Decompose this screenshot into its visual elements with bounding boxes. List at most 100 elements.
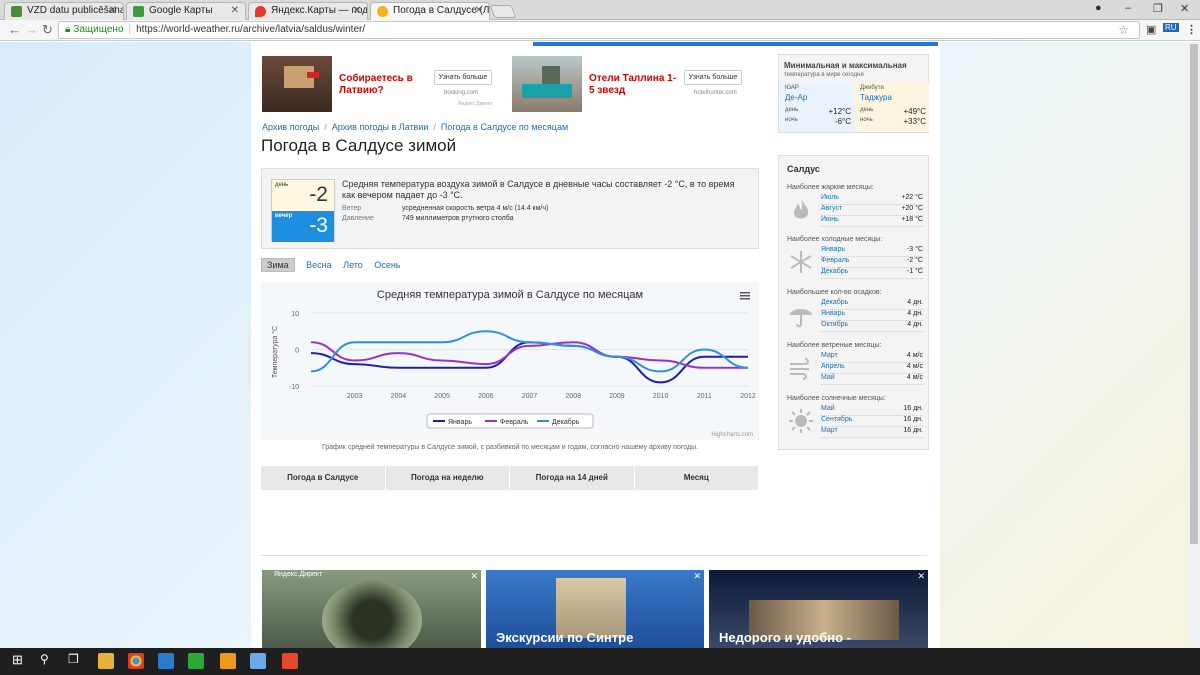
chart-credit[interactable]: Highcharts.com [711, 432, 753, 438]
month-link[interactable]: Январь [821, 246, 845, 253]
ad-banner-tallinn[interactable]: Отели Таллина 1-5 звезд Узнать больше ho… [512, 56, 756, 112]
app-c-icon[interactable] [188, 653, 204, 669]
address-bar[interactable]: 🔒︎ Защищено | https://world-weather.ru/arch… [58, 21, 1140, 39]
month-link[interactable]: Июль [821, 194, 839, 201]
month-link[interactable]: Апрель [821, 363, 845, 370]
tab-week-weather[interactable]: Погода на неделю [386, 466, 510, 490]
browser-tab-google-maps[interactable]: Google Карты ✕ [126, 2, 246, 20]
month-value: 4 м/с [906, 374, 923, 381]
reload-icon[interactable]: ↻ [42, 22, 53, 38]
list-item: Март 16 дн. [821, 427, 923, 438]
account-icon[interactable]: ● [1095, 2, 1102, 14]
forward-icon[interactable]: → [25, 22, 38, 37]
breadcrumb-link[interactable]: Архив погоды в Латвии [332, 122, 429, 132]
chart-legend: Январь Февраль Декабрь [426, 413, 594, 429]
file-explorer-icon[interactable] [98, 653, 114, 669]
min-city-cell: ЮАР Де-Ар день +12°C ночь -6°C [780, 82, 854, 132]
favicon-icon [11, 6, 22, 17]
menu-icon[interactable] [740, 292, 750, 300]
close-tab-icon[interactable]: ✕ [475, 3, 483, 19]
scrollbar[interactable] [1188, 42, 1200, 648]
card-title[interactable]: Недорого и удобно - [719, 630, 851, 645]
chrome-icon[interactable] [128, 653, 144, 669]
month-value: -1 °C [906, 268, 923, 275]
promo-card[interactable]: Экскурсии по Синтре ✕ [486, 570, 704, 648]
series-line[interactable] [310, 341, 748, 369]
browser-tab-vzd[interactable]: VZD datu publicēšanas p ✕ [4, 2, 124, 20]
promo-card[interactable]: Недорого и удобно - ✕ [709, 570, 928, 648]
breadcrumb-separator: / [324, 122, 327, 132]
y-tick-label: 10 [291, 311, 299, 318]
app-a-icon[interactable] [158, 653, 174, 669]
minmax-title: Минимальная и максимальная [784, 61, 907, 70]
ad-title[interactable]: Собираетесь в Латвию? [339, 73, 429, 97]
close-tab-icon[interactable]: ✕ [353, 3, 361, 19]
x-tick-label: 2012 [740, 393, 756, 400]
promo-card[interactable]: Яндекс.Директ ✕ [262, 570, 481, 648]
tab-weather-saldus[interactable]: Погода в Салдусе [261, 466, 386, 490]
month-link[interactable]: Май [821, 405, 835, 412]
pressure-label: Давление [342, 215, 374, 222]
x-tick-label: 2009 [609, 393, 625, 400]
chart-series [310, 330, 749, 384]
extension-icon[interactable]: ▣ [1146, 23, 1156, 36]
tab-spring[interactable]: Весна [306, 260, 331, 270]
divider [261, 555, 927, 556]
close-icon[interactable]: ✕ [693, 571, 701, 582]
month-link[interactable]: Май [821, 374, 835, 381]
legend-item[interactable]: Февраль [500, 419, 529, 426]
extension-ru-icon[interactable]: RU [1163, 23, 1179, 32]
windows-start-icon[interactable]: ⊞ [12, 652, 23, 668]
month-link[interactable]: Сентябрь [821, 416, 852, 423]
app-g-icon[interactable] [220, 653, 236, 669]
close-tab-icon[interactable]: ✕ [109, 3, 117, 19]
ad-more-button[interactable]: Узнать больше [684, 70, 742, 85]
menu-dots-icon[interactable]: ⋮ [1186, 23, 1197, 36]
app-blue-icon[interactable] [250, 653, 266, 669]
close-icon[interactable]: ✕ [470, 571, 478, 582]
breadcrumb-link[interactable]: Архив погоды [262, 122, 319, 132]
month-link[interactable]: Октябрь [821, 321, 848, 328]
tab-14-days[interactable]: Погода на 14 дней [510, 466, 635, 490]
close-icon[interactable]: ✕ [917, 571, 925, 582]
bookmark-star-icon[interactable]: ☆ [1118, 22, 1129, 38]
tab-summer[interactable]: Лето [343, 260, 363, 270]
legend-item[interactable]: Январь [448, 419, 472, 426]
browser-tab-yandex-maps[interactable]: Яндекс.Карты — подроб ✕ [248, 2, 368, 20]
ad-title[interactable]: Отели Таллина 1-5 звезд [589, 73, 679, 97]
ad-banner-latvia[interactable]: Собираетесь в Латвию? Узнать больше book… [262, 56, 506, 112]
series-line[interactable] [310, 341, 748, 384]
breadcrumb-link[interactable]: Погода в Салдусе по месяцам [441, 122, 568, 132]
summary-description: Средняя температура воздуха зимой в Салд… [342, 179, 735, 200]
month-link[interactable]: Февраль [821, 257, 849, 264]
city-link[interactable]: Таджура [860, 93, 892, 102]
scrollbar-thumb[interactable] [1190, 44, 1198, 544]
month-link[interactable]: Январь [821, 310, 845, 317]
browser-tab-weather[interactable]: Погода в Салдусе (Латв ✕ [370, 2, 490, 20]
month-link[interactable]: Март [821, 352, 838, 359]
city-link[interactable]: Де-Ар [785, 93, 807, 102]
task-view-icon[interactable]: ❐ [68, 652, 79, 666]
back-icon[interactable]: ← [8, 22, 21, 37]
x-tick-label: 2005 [434, 393, 450, 400]
tab-winter[interactable]: Зима [261, 258, 295, 272]
close-window-icon[interactable]: ✕ [1180, 2, 1189, 15]
coldest-months-group: Наиболее холодные месяцы: Январь -3 °C Фе… [787, 236, 923, 279]
card-title[interactable]: Экскурсии по Синтре [496, 630, 633, 645]
app-red-icon[interactable] [282, 653, 298, 669]
month-link[interactable]: Июнь [821, 216, 839, 223]
legend-item[interactable]: Декабрь [552, 418, 580, 426]
month-link[interactable]: Март [821, 427, 838, 434]
new-tab-button[interactable] [489, 5, 517, 18]
close-tab-icon[interactable]: ✕ [231, 3, 239, 19]
ad-more-button[interactable]: Узнать больше [434, 70, 492, 85]
country: Джибути [860, 85, 884, 91]
tab-autumn[interactable]: Осень [374, 260, 400, 270]
maximize-icon[interactable]: ❐ [1153, 2, 1163, 15]
month-link[interactable]: Декабрь [821, 299, 848, 306]
tab-month[interactable]: Месяц [635, 466, 759, 490]
month-link[interactable]: Декабрь [821, 268, 848, 275]
minimize-icon[interactable]: – [1125, 2, 1131, 14]
search-icon[interactable]: ⚲ [40, 652, 49, 666]
month-link[interactable]: Август [821, 205, 842, 212]
